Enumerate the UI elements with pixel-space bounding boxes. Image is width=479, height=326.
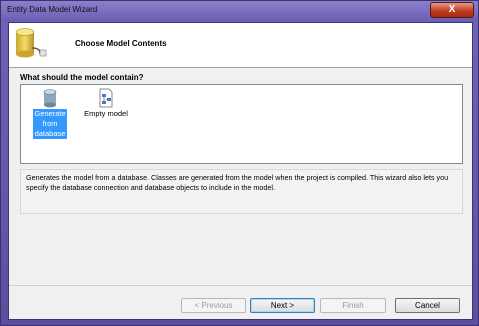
option-generate-label-line: database <box>34 129 66 138</box>
close-icon: X <box>448 4 456 15</box>
database-icon <box>15 28 47 58</box>
option-generate-label: Generate from database <box>33 109 67 139</box>
footer-divider <box>9 285 472 286</box>
wizard-window: Entity Data Model Wizard X Choose Model … <box>0 0 479 326</box>
wizard-client-area: Choose Model Contents What should the mo… <box>8 22 473 320</box>
option-empty-label: Empty model <box>84 109 128 118</box>
model-options-list[interactable]: Generate from database Empty model <box>20 84 463 164</box>
previous-button[interactable]: < Previous <box>181 298 246 313</box>
close-button[interactable]: X <box>430 2 474 18</box>
database-icon <box>43 89 57 108</box>
option-empty-model[interactable]: Empty model <box>83 88 129 119</box>
model-content-question: What should the model contain? <box>20 73 144 82</box>
option-generate-from-database[interactable]: Generate from database <box>28 88 72 139</box>
next-button[interactable]: Next > <box>250 298 315 313</box>
wizard-header: Choose Model Contents <box>9 23 472 68</box>
finish-button[interactable]: Finish <box>320 298 386 313</box>
empty-model-icon <box>99 88 113 108</box>
option-generate-label-line: Generate <box>34 109 66 118</box>
page-title: Choose Model Contents <box>75 39 167 48</box>
option-description: Generates the model from a database. Cla… <box>20 169 463 214</box>
option-generate-label-line: from <box>42 119 58 128</box>
cancel-button[interactable]: Cancel <box>395 298 460 313</box>
window-title: Entity Data Model Wizard <box>7 5 98 14</box>
title-bar[interactable]: Entity Data Model Wizard X <box>1 1 478 21</box>
